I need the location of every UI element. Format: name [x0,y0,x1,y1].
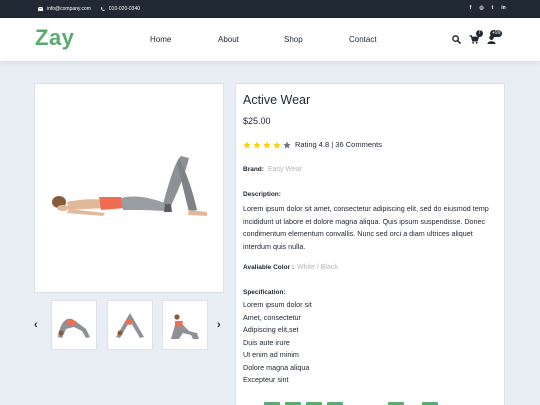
product-title: Active Wear [243,93,311,107]
nav-shop[interactable]: Shop [284,35,303,44]
thumbnail-image [116,313,144,338]
spec-item: Lorem ipsum dolor sit [243,300,312,309]
thumbnail-3[interactable] [162,300,208,350]
nav-home[interactable]: Home [150,35,171,44]
main-navbar: Zay Home About Shop Contact 7 +99 [0,18,540,61]
search-icon[interactable] [452,35,461,44]
spec-item: Dolore magna aliqua [243,362,310,372]
gallery-next-arrow[interactable]: › [217,319,221,331]
logo[interactable]: Zay [35,25,74,51]
instagram-icon[interactable]: ◎ [479,5,484,11]
cart-count-badge: 7 [476,30,483,37]
star-icon [253,140,261,149]
email-text: info@company.com [47,6,91,12]
spec-item: Excepteur sint [243,375,289,384]
envelope-icon [38,7,43,11]
twitter-icon[interactable]: t [490,5,495,11]
linkedin-icon[interactable]: in [501,5,506,11]
yoga-pose-image [52,156,207,216]
thumbnail-image [171,314,199,339]
spec-item: Adipiscing elit,set [243,325,299,334]
spec-item: Duis aute irure [243,337,290,347]
description-text: Lorem ipsum dolor sit amet, consectetur … [243,204,489,251]
phone-link[interactable]: 010-020-0340 [100,6,140,12]
rating-text: Rating 4.8 | 36 Comments [295,140,382,149]
brand-value: Easy Wear [268,166,303,173]
specification-label: Specification: [243,289,286,296]
thumbnail-1[interactable] [51,300,97,350]
gallery-prev-arrow[interactable]: ‹ [34,319,38,331]
thumbnail-gallery: ‹ › [34,300,224,352]
thumbnail-2[interactable] [107,300,153,350]
star-icon [243,140,251,149]
product-price: $25.00 [243,116,271,126]
specification-list: Lorem ipsum dolor sit Amet, consectetur … [243,299,312,387]
product-details-card: Active Wear $25.00 Rating 4.8 | 36 Comme… [235,83,505,405]
rating-row: Rating 4.8 | 36 Comments [243,140,382,149]
user-count-badge: +99 [490,30,503,37]
star-empty-icon [283,140,291,149]
thumbnail-image [58,318,90,338]
spec-item: Amet, consectetur [243,312,301,322]
color-label: Avaliable Color : [243,264,295,271]
brand-label: Brand: [243,166,264,173]
social-links: f ◎ t in [468,5,506,11]
email-link[interactable]: info@company.com [38,6,91,12]
nav-contact[interactable]: Contact [349,35,377,44]
facebook-icon[interactable]: f [468,5,473,11]
star-icon [273,140,281,149]
product-main-image [34,83,224,293]
nav-about[interactable]: About [218,35,239,44]
spec-item: Ut enim ad minim [243,350,299,359]
star-icon [263,140,271,149]
top-contact: info@company.com 010-020-0340 [38,6,140,12]
color-value: White / Black [297,264,338,271]
phone-text: 010-020-0340 [108,6,141,12]
phone-icon [100,7,105,11]
description-label: Description: [243,191,281,198]
top-bar: info@company.com 010-020-0340 f ◎ t in [0,0,540,18]
